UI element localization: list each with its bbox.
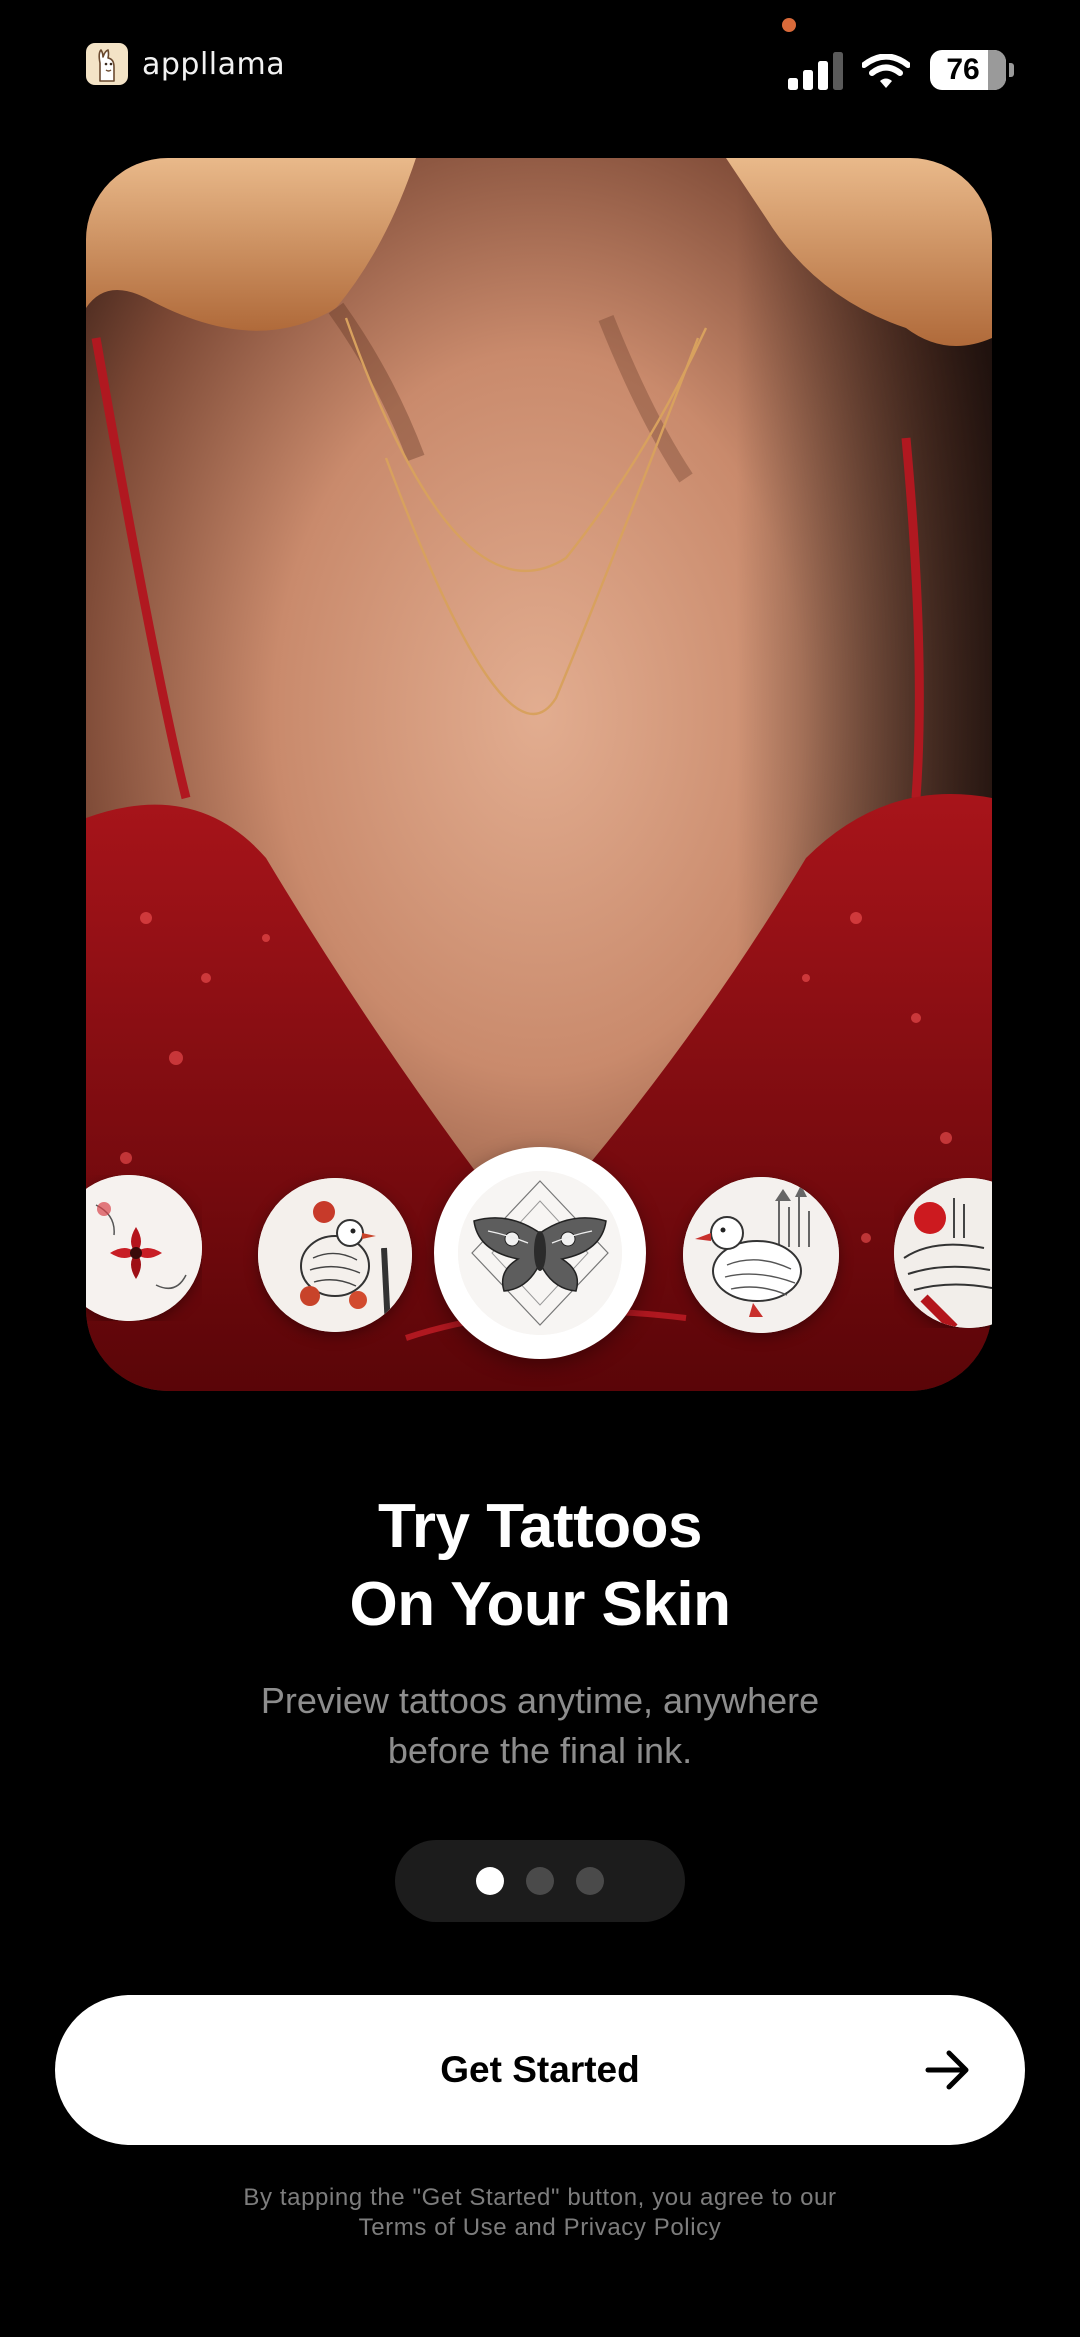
carousel-thumb-5[interactable] [894, 1178, 992, 1328]
onboarding-subtitle: Preview tattoos anytime, anywhere before… [0, 1676, 1080, 1776]
legal-line-2: Terms of Use and Privacy Policy [0, 2213, 1080, 2243]
privacy-indicator-dot [782, 18, 796, 32]
carousel-thumb-3-selected[interactable] [458, 1171, 622, 1335]
page-dot-1[interactable] [476, 1867, 504, 1895]
carousel-thumb-1[interactable] [86, 1175, 202, 1321]
carousel-thumb-2[interactable] [258, 1178, 412, 1332]
page-dot-3[interactable] [576, 1867, 604, 1895]
bird-and-flowers-tattoo-icon [258, 1178, 412, 1332]
status-bar: appllama 76 [0, 0, 1080, 140]
subtitle-line-1: Preview tattoos anytime, anywhere [260, 1680, 820, 1721]
red-sketch-tattoo-icon [894, 1178, 992, 1328]
privacy-policy-link[interactable]: Privacy Policy [564, 2214, 722, 2241]
battery-icon: 76 [930, 50, 1006, 90]
get-started-button[interactable]: Get Started [55, 1995, 1025, 2145]
red-flower-tattoo-icon [86, 1175, 202, 1321]
terms-of-use-link[interactable]: Terms of Use [359, 2214, 508, 2241]
get-started-label: Get Started [440, 2049, 640, 2090]
page-dot-2[interactable] [526, 1867, 554, 1895]
cellular-signal-icon [788, 52, 843, 90]
battery-level: 76 [946, 53, 980, 86]
llama-logo-icon [86, 43, 128, 85]
legal-notice: By tapping the "Get Started" button, you… [0, 2183, 1080, 2243]
title-line-1: Try Tattoos [377, 1492, 703, 1561]
title-line-2: On Your Skin [349, 1570, 732, 1639]
battery-cap [1009, 63, 1014, 77]
wifi-icon [862, 54, 910, 88]
arrow-right-icon [925, 2050, 969, 2090]
brand: appllama [86, 42, 285, 86]
brand-name: appllama [142, 46, 286, 82]
legal-and-text: and [514, 2214, 557, 2241]
onboarding-title: Try Tattoos On Your Skin [0, 1488, 1080, 1644]
page-indicator [395, 1840, 685, 1922]
moth-tattoo-icon [458, 1171, 622, 1335]
subtitle-line-2: before the final ink. [387, 1730, 693, 1771]
carousel-thumb-4[interactable] [683, 1177, 839, 1333]
duck-and-castle-tattoo-icon [683, 1177, 839, 1333]
legal-line-1: By tapping the "Get Started" button, you… [243, 2184, 837, 2211]
